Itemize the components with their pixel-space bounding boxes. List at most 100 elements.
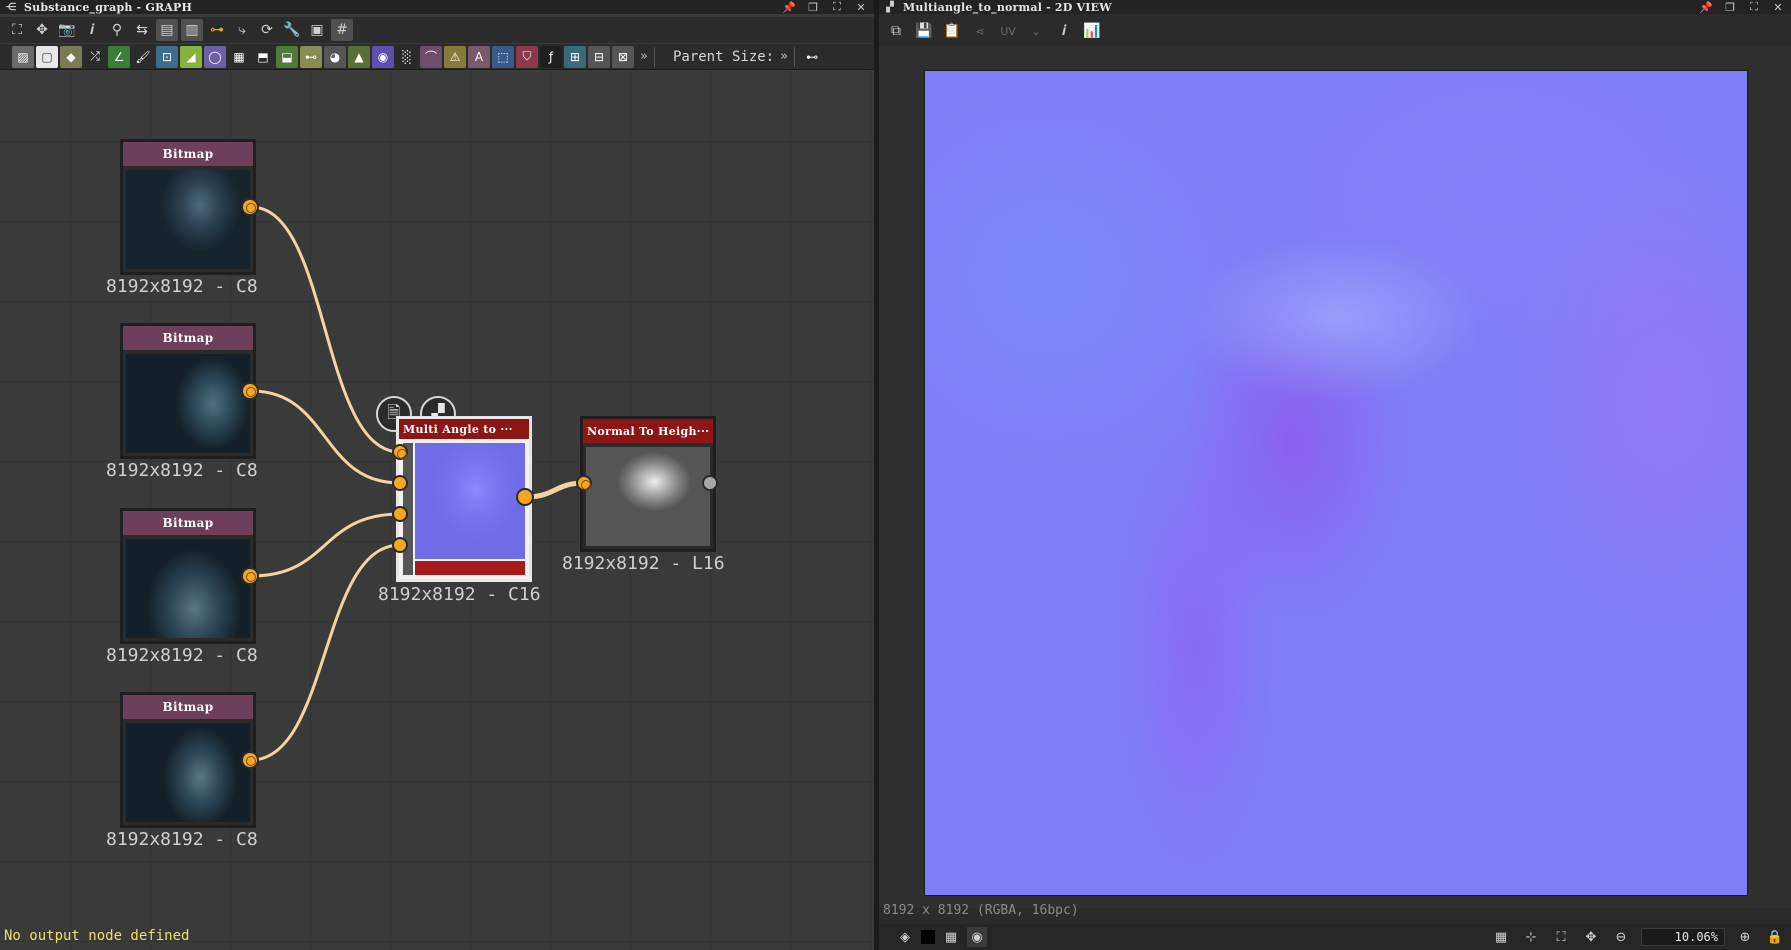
grid-snap-icon[interactable]: #: [331, 19, 353, 41]
pin-icon[interactable]: 📌: [1699, 0, 1713, 14]
refresh-icon[interactable]: ⟳: [256, 19, 278, 41]
branch-icon[interactable]: ⤷: [231, 19, 253, 41]
histogram-icon[interactable]: 📊: [1081, 20, 1103, 42]
zoom-in-icon[interactable]: ⊕: [1735, 927, 1755, 947]
maximize-icon[interactable]: ⛶: [830, 0, 844, 14]
bitmap-node-1[interactable]: Bitmap: [120, 139, 256, 275]
grid-icon[interactable]: ▦: [1491, 927, 1511, 947]
input-icon[interactable]: ⊠: [612, 45, 634, 68]
warning-icon[interactable]: ⚠: [444, 45, 466, 68]
normal-to-height-output-port[interactable]: [702, 475, 718, 491]
bitmap-node-icon[interactable]: ▨: [12, 45, 34, 68]
float-window-icon[interactable]: ❐: [1723, 0, 1737, 14]
bitmap-node-2[interactable]: Bitmap: [120, 323, 256, 459]
normal-map-preview[interactable]: [924, 70, 1748, 896]
background-black-swatch[interactable]: [921, 930, 935, 944]
svg-node-icon[interactable]: ▢: [36, 45, 58, 68]
save-image-icon[interactable]: 💾: [913, 20, 935, 42]
graph-panel: ⋲ Substance_graph - GRAPH 📌 ❐ ⛶ ✕ ⛶ ✥ 📷 …: [0, 0, 874, 950]
node-library-toolbar: ▨ ▢ ◆ ⤮ ∠ 🖌 ⊡ ◢ ◯ ▦ ⬒ ⬓ ⊷ ◕ ▲ ◉ ░ ⌒ ⚠ A …: [0, 44, 874, 70]
copy-image-icon[interactable]: ⧉: [885, 20, 907, 42]
info-icon[interactable]: 𝒊: [1053, 20, 1075, 42]
bitmap-node-4[interactable]: Bitmap: [120, 692, 256, 828]
connect-icon[interactable]: ⊶: [206, 19, 228, 41]
uniform-color-icon[interactable]: ◆: [60, 45, 82, 68]
clipboard-icon[interactable]: 📋: [941, 20, 963, 42]
node-thumbnail: [586, 447, 710, 546]
shuffle-icon[interactable]: ⤮: [84, 46, 106, 68]
node-header: Bitmap: [123, 695, 253, 719]
crop-icon[interactable]: ⬚: [492, 45, 514, 68]
pan-icon[interactable]: ✥: [1581, 927, 1601, 947]
fill-icon[interactable]: ⛉: [516, 45, 538, 68]
link-icon[interactable]: ⊷: [801, 46, 823, 68]
curve-icon[interactable]: ∠: [108, 45, 130, 68]
brush-icon[interactable]: 🖌: [132, 46, 154, 68]
close-icon[interactable]: ✕: [1771, 0, 1785, 14]
multi-angle-input-port-1[interactable]: [392, 444, 408, 460]
normal-to-height-resolution-label: 8192x8192 - L16: [562, 553, 725, 574]
frame-icon[interactable]: ▣: [306, 19, 328, 41]
emboss-icon[interactable]: ⌒: [420, 45, 442, 68]
gradient-icon[interactable]: ◢: [180, 45, 202, 68]
noise-icon[interactable]: ░: [396, 45, 418, 68]
graph-title: Substance_graph - GRAPH: [24, 0, 193, 14]
tiling-icon[interactable]: ⊹: [1521, 927, 1541, 947]
uv-toggle[interactable]: UV: [997, 20, 1019, 42]
bitmap-node-3[interactable]: Bitmap: [120, 508, 256, 644]
multi-angle-input-port-2[interactable]: [392, 475, 408, 491]
background-checker-icon[interactable]: ▦: [941, 927, 961, 947]
node-thumbnail: [126, 539, 250, 638]
link-nodes-icon[interactable]: ⇆: [131, 19, 153, 41]
zoom-level-field[interactable]: 10.06%: [1641, 928, 1725, 946]
share-icon[interactable]: ⋖: [969, 20, 991, 42]
frame-all-icon[interactable]: ⛶: [6, 19, 28, 41]
bitmap-3-output-port[interactable]: [241, 567, 259, 585]
close-icon[interactable]: ✕: [854, 0, 868, 14]
bitmap-2-output-port[interactable]: [241, 382, 259, 400]
pixel-processor-icon[interactable]: ⊞: [564, 45, 586, 68]
zoom-out-icon[interactable]: ⊖: [1611, 927, 1631, 947]
multi-angle-input-port-3[interactable]: [392, 506, 408, 522]
uv-dropdown-chevron-icon[interactable]: ⌄: [1025, 20, 1047, 42]
pan-icon[interactable]: ✥: [31, 19, 53, 41]
sphere-icon[interactable]: ◕: [324, 45, 346, 68]
text-icon[interactable]: A: [468, 45, 490, 68]
output-icon[interactable]: ⊟: [588, 45, 610, 68]
normal-to-height-input-port[interactable]: [576, 475, 592, 491]
parent-size-more-icon[interactable]: »: [780, 49, 788, 64]
fit-view-icon[interactable]: ⛶: [1551, 927, 1571, 947]
color-channels-icon[interactable]: ◉: [967, 927, 987, 947]
levels-icon[interactable]: ⬓: [276, 45, 298, 68]
hsl-icon[interactable]: ◉: [372, 45, 394, 68]
histogram-icon[interactable]: ▲: [348, 45, 370, 68]
transform-icon[interactable]: ⊡: [156, 45, 178, 68]
bitmap-4-output-port[interactable]: [241, 751, 259, 769]
more-tools-icon[interactable]: »: [640, 49, 648, 64]
fx-map-icon[interactable]: ƒ: [540, 45, 562, 68]
node-header: Multi Angle to ···: [399, 419, 529, 439]
tools-icon[interactable]: 🔧: [281, 19, 303, 41]
multi-angle-to-normal-node[interactable]: Multi Angle to ···: [396, 416, 532, 582]
camera-icon[interactable]: 📷: [56, 19, 78, 41]
pin-icon[interactable]: 📌: [782, 0, 796, 14]
multi-angle-output-port[interactable]: [516, 488, 534, 506]
search-icon[interactable]: ⚲: [106, 19, 128, 41]
2d-view-canvas[interactable]: [879, 46, 1791, 908]
lock-icon[interactable]: 🔒: [1765, 927, 1785, 947]
layout-icon[interactable]: ▥: [181, 19, 203, 41]
multi-angle-input-port-4[interactable]: [392, 537, 408, 553]
float-window-icon[interactable]: ❐: [806, 0, 820, 14]
normal-to-height-node[interactable]: Normal To Heigh···: [580, 416, 716, 552]
bitmap-1-output-port[interactable]: [241, 198, 259, 216]
align-icon[interactable]: ▤: [156, 19, 178, 41]
channel-icon[interactable]: ⊷: [300, 45, 322, 68]
maximize-icon[interactable]: ⛶: [1747, 0, 1761, 14]
blend-icon[interactable]: ⬒: [252, 46, 274, 68]
2d-view-panel: ▞ Multiangle_to_normal - 2D VIEW 📌 ❐ ⛶ ✕…: [879, 0, 1791, 950]
tile-icon[interactable]: ▦: [228, 46, 250, 68]
info-icon[interactable]: 𝒊: [81, 19, 103, 41]
warp-icon[interactable]: ◯: [204, 45, 226, 68]
layers-icon[interactable]: ◈: [895, 927, 915, 947]
node-thumbnail: [126, 170, 250, 269]
